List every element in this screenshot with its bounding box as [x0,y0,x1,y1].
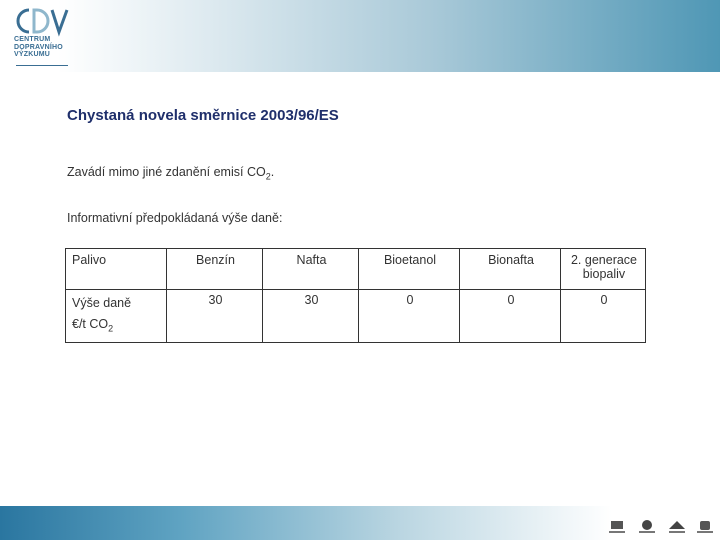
row-label-line-2: €/t CO2 [72,314,162,340]
row-label-tax: Výše daně €/t CO2 [65,289,167,343]
value-cell-bioetanol: 0 [358,289,460,343]
header-cell-bioetanol: Bioetanol [358,248,460,290]
header-cell-bionafta: Bionafta [459,248,561,290]
logo-line-3: VÝZKUMU [14,51,51,59]
logo-text: CENTRUM DOPRAVNÍHO VÝZKUMU [14,36,74,59]
row-label-subscript: 2 [108,323,114,334]
header-band [0,0,720,72]
partner-logo-3 [666,518,688,536]
info-text: Informativní předpokládaná výše daně: [67,211,283,225]
header-cell-nafta: Nafta [262,248,359,290]
header-cell-fuel: Palivo [65,248,167,290]
value-cell-nafta: 30 [262,289,359,343]
table-row: Výše daně €/t CO2 30 30 0 0 0 [65,289,646,343]
partner-logo-1 [606,518,628,536]
value-cell-benzin: 30 [166,289,263,343]
value-cell-2nd-gen: 0 [560,289,646,343]
intro-end: . [270,165,275,179]
partner-logo-2 [636,518,658,536]
row-label-line-1: Výše daně [72,296,132,310]
intro-main: Zavádí mimo jiné zdanění emisí CO [67,165,266,179]
row-label-unit: €/t CO [72,317,109,331]
logo-rule [16,65,68,66]
header-cell-benzin: Benzín [166,248,263,290]
intro-text: Zavádí mimo jiné zdanění emisí CO2. [67,165,274,182]
value-cell-bionafta: 0 [459,289,561,343]
table-header-row: Palivo Benzín Nafta Bioetanol Bionafta 2… [65,248,646,290]
partner-logo-4 [694,518,716,536]
header-cell-2nd-gen: 2. generace biopaliv [560,248,646,290]
slide-title: Chystaná novela směrnice 2003/96/ES [67,107,339,124]
logo-line-1: CENTRUM [14,36,51,43]
tax-table: Palivo Benzín Nafta Bioetanol Bionafta 2… [65,248,646,343]
